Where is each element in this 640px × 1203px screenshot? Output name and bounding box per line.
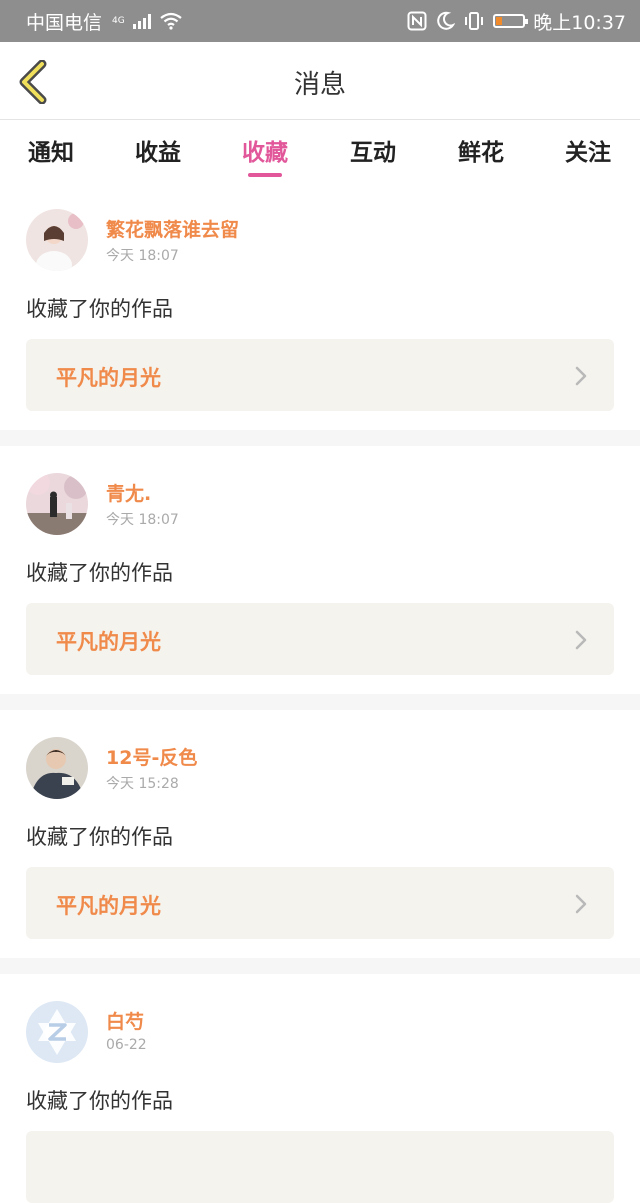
avatar[interactable] (26, 473, 88, 535)
tab-label: 互动 (350, 140, 396, 166)
work-title: 平凡的月光 (56, 630, 161, 654)
clock: 晚上10:37 (533, 11, 626, 34)
wifi-icon (160, 12, 182, 30)
message-item: 青尢. 今天 18:07 收藏了你的作品 平凡的月光 (0, 473, 640, 693)
message-item: 繁花飘落谁去留 今天 18:07 收藏了你的作品 平凡的月光 (0, 209, 640, 429)
work-card[interactable]: 平凡的月光 (26, 603, 614, 675)
active-tab-indicator (248, 173, 282, 177)
network-type: 4G (112, 16, 125, 26)
username[interactable]: 12号-反色 (106, 743, 197, 770)
battery-icon (493, 14, 529, 28)
default-avatar[interactable] (26, 1001, 88, 1063)
message-item: 12号-反色 今天 15:28 收藏了你的作品 平凡的月光 (0, 737, 640, 957)
tab-following[interactable]: 关注 (543, 133, 633, 167)
moon-icon (437, 11, 456, 30)
tab-flowers[interactable]: 鲜花 (436, 133, 526, 167)
tab-label: 收藏 (242, 140, 288, 166)
tab-bar: 通知 收益 收藏 互动 鲜花 关注 (0, 121, 640, 179)
action-text: 收藏了你的作品 (26, 825, 173, 849)
tab-favorites[interactable]: 收藏 (220, 133, 310, 177)
tab-interactions[interactable]: 互动 (328, 133, 418, 167)
timestamp: 今天 18:07 (106, 512, 179, 528)
avatar[interactable] (26, 737, 88, 799)
divider (0, 694, 640, 710)
timestamp: 今天 15:28 (106, 776, 179, 792)
tab-label: 鲜花 (458, 140, 504, 166)
carrier-label: 中国电信 (26, 11, 103, 34)
action-text: 收藏了你的作品 (26, 561, 173, 585)
tab-earnings[interactable]: 收益 (113, 133, 203, 167)
timestamp: 06-22 (106, 1037, 147, 1053)
chevron-right-icon (575, 366, 587, 386)
action-text: 收藏了你的作品 (26, 1089, 173, 1113)
work-card[interactable]: 平凡的月光 (26, 339, 614, 411)
username[interactable]: 繁花飘落谁去留 (106, 215, 239, 242)
tab-notifications[interactable]: 通知 (6, 133, 96, 167)
username[interactable]: 青尢. (106, 479, 151, 506)
username[interactable]: 白芍 (106, 1007, 144, 1034)
chevron-right-icon (575, 630, 587, 650)
divider (0, 958, 640, 974)
status-bar: 中国电信 4G 晚上10:37 (0, 0, 640, 42)
work-title: 平凡的月光 (56, 894, 161, 918)
work-card[interactable] (26, 1131, 614, 1203)
nfc-icon (407, 11, 427, 31)
tab-label: 通知 (28, 140, 74, 166)
action-text: 收藏了你的作品 (26, 297, 173, 321)
page-title: 消息 (293, 70, 346, 100)
status-right: 晚上10:37 (407, 8, 626, 35)
tab-label: 关注 (565, 140, 611, 166)
status-left: 中国电信 4G (26, 8, 183, 35)
signal-icon (132, 13, 151, 29)
work-card[interactable]: 平凡的月光 (26, 867, 614, 939)
chevron-right-icon (575, 894, 587, 914)
vibrate-icon (465, 12, 484, 30)
message-item: 白芍 06-22 收藏了你的作品 (0, 1001, 640, 1203)
nav-header: 消息 (0, 42, 640, 120)
timestamp: 今天 18:07 (106, 248, 179, 264)
work-title: 平凡的月光 (56, 366, 161, 390)
tab-label: 收益 (135, 140, 181, 166)
divider (0, 430, 640, 446)
avatar[interactable] (26, 209, 88, 271)
